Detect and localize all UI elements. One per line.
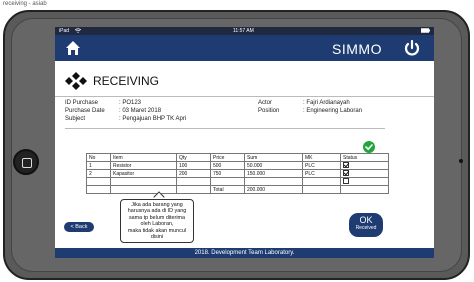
cell-item [110,177,177,186]
cell-item: Resistor [110,161,177,170]
info-value-position: : Engineering Laboran [303,108,363,114]
ok-received-button[interactable]: OK Received [349,213,383,237]
cell-sum [244,177,303,186]
battery-icon [421,28,430,35]
footer: 2018. Development Team Laboratory. [55,248,434,258]
cell-mk: PLC [302,169,341,178]
received-label: Received [355,225,377,231]
carrier-label: iPad [59,28,70,34]
info-value-id-purchase: : PO123 [119,100,142,106]
info-label-position: Position [258,108,280,114]
table-row: 2 Kapasitor 200 750 150.000 PLC [86,169,389,178]
cell-status [340,161,389,170]
info-value-actor: : Fajri Ardianayah [303,100,350,106]
check-circle-icon[interactable] [363,141,375,153]
home-icon[interactable] [65,40,81,56]
order-table: No Item Qty Price Sum MK Status 1 Resist… [86,153,389,194]
tablet-home-button[interactable] [13,149,39,175]
wifi-icon [74,28,82,35]
tablet-camera [459,159,463,163]
cell-qty [176,177,211,186]
status-bar: iPad 11:57 AM [55,27,434,35]
status-checkbox[interactable] [343,170,349,177]
app-brand: SIMMO [332,41,382,57]
back-button[interactable]: < Back [64,222,94,232]
info-value-purchase-date: : 03 Maret 2018 [119,108,162,114]
receiving-logo-icon [65,72,87,90]
cell-price [210,177,245,186]
total-value: 200.000 [244,185,303,194]
col-sum: Sum [244,153,303,162]
app-screen: iPad 11:57 AM SIMMO RECEIVING ID Purchas… [55,27,434,258]
info-label-id-purchase: ID Purchase [65,100,99,106]
info-label-subject: Subject [65,116,86,122]
page-title: RECEIVING [93,74,160,88]
power-icon[interactable] [403,39,421,57]
cell-no: 1 [86,161,111,170]
col-price: Price [210,153,245,162]
info-label-purchase-date: Purchase Date [65,108,105,114]
clock-label: 11:57 AM [233,28,254,34]
cell-mk: PLC [302,161,341,170]
col-status: Status [340,153,389,162]
callout-line: harusnya ada di ID yang [127,208,187,215]
cell-qty: 100 [176,161,211,170]
cell-sum: 150.000 [244,169,303,178]
cell-sum: 50.000 [244,161,303,170]
header-divider [55,96,434,97]
ok-label: OK [359,215,373,225]
status-checkbox[interactable] [343,162,349,169]
top-navbar: SIMMO [55,35,434,61]
cell-qty: 200 [176,169,211,178]
total-label: Total [210,185,245,194]
annotation-callout: Jika ada barang yang harusnya ada di ID … [120,199,194,243]
col-item: Item [110,153,177,162]
status-checkbox[interactable] [343,178,349,185]
page-caption: receiving - asiab [3,1,47,7]
col-qty: Qty [176,153,211,162]
cell-status [340,177,389,186]
table-total-row: Total 200.000 [86,185,389,194]
info-value-subject: : Pengajuan BHP TK Apri [119,116,187,122]
table-row [86,177,389,186]
cell-status [340,169,389,178]
info-label-actor: Actor [258,100,273,106]
table-row: 1 Resistor 100 500 50.000 PLC [86,161,389,170]
callout-line: disini [150,234,164,241]
cell-item: Kapasitor [110,169,177,178]
table-header-row: No Item Qty Price Sum MK Status [86,153,389,162]
col-no: No [86,153,111,162]
col-mk: MK [302,153,341,162]
cell-price: 750 [210,169,245,178]
cell-no: 2 [86,169,111,178]
cell-price: 500 [210,161,245,170]
info-divider [65,128,385,129]
cell-no [86,177,111,186]
cell-mk [302,177,341,186]
